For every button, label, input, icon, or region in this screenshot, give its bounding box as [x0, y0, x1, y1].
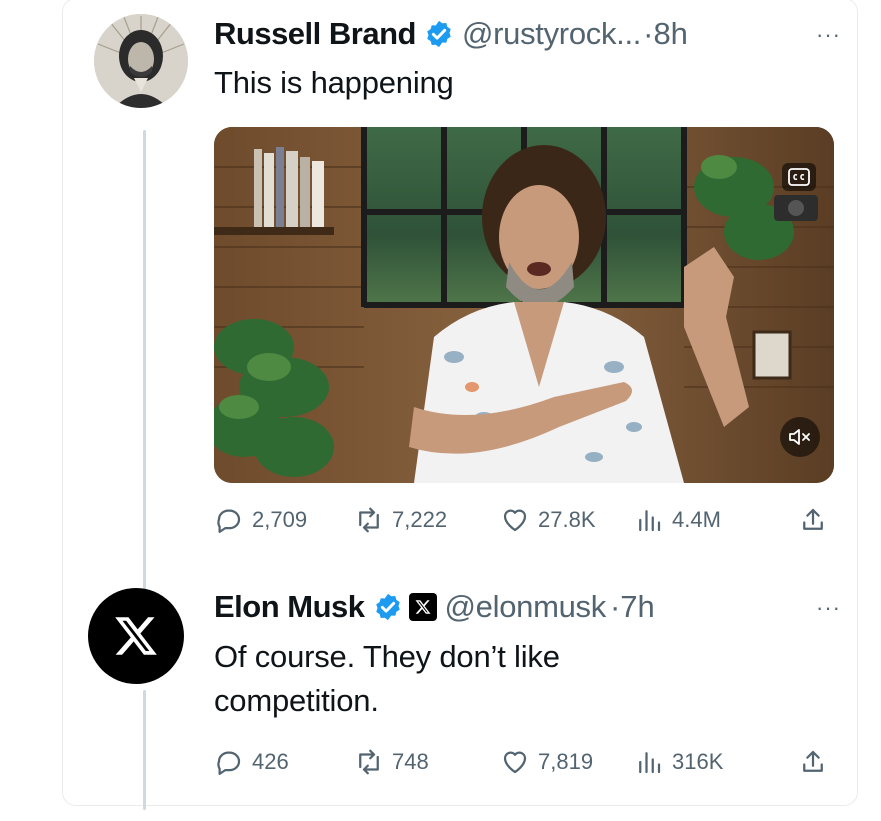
like-button[interactable]: 7,819: [500, 747, 593, 777]
tweet-header: Elon Musk @elonmusk · 7h: [214, 589, 655, 625]
reply-count: 2,709: [252, 507, 308, 532]
views-button[interactable]: 316K: [634, 747, 723, 777]
captions-icon[interactable]: [782, 163, 816, 191]
views-count: 316K: [672, 749, 724, 774]
tweet-video[interactable]: [214, 127, 834, 483]
views-button[interactable]: 4.4M: [634, 505, 721, 535]
mute-icon[interactable]: [780, 417, 820, 457]
heart-icon: [503, 509, 527, 532]
share-button[interactable]: [798, 505, 836, 535]
tweet-time[interactable]: 8h: [653, 16, 687, 52]
repost-count: 748: [392, 749, 429, 774]
like-count: 27.8K: [538, 507, 596, 532]
tweet-actions: 426 748 7,819 316K: [214, 742, 834, 782]
separator-dot: ·: [609, 589, 621, 624]
more-options-icon[interactable]: ···: [816, 595, 841, 621]
heart-icon: [503, 751, 527, 774]
repost-button[interactable]: 748: [354, 747, 429, 777]
reply-button[interactable]: 426: [214, 747, 289, 777]
x-logo-icon: [115, 617, 157, 655]
reply-icon: [217, 751, 241, 775]
more-options-icon[interactable]: ···: [816, 22, 841, 48]
repost-count: 7,222: [392, 507, 448, 532]
repost-icon: [359, 749, 379, 775]
russell-brand-avatar[interactable]: [94, 14, 188, 108]
author-name[interactable]: Russell Brand: [214, 16, 416, 52]
tweet-actions: 2,709 7,222 27.8K 4.4M: [214, 500, 834, 540]
like-count: 7,819: [538, 749, 594, 774]
repost-icon: [359, 507, 379, 533]
tweet-time[interactable]: 7h: [620, 589, 654, 625]
tweet-header: Russell Brand @rustyrock... · 8h: [214, 16, 688, 52]
tweet-text: This is happening: [214, 65, 454, 100]
thread-connector: [143, 130, 146, 600]
reply-icon: [217, 509, 241, 533]
repost-button[interactable]: 7,222: [354, 505, 447, 535]
views-count: 4.4M: [672, 507, 721, 532]
thread-connector-lower: [143, 690, 146, 810]
verified-badge-icon: [373, 592, 403, 622]
reply-button[interactable]: 2,709: [214, 505, 307, 535]
share-icon: [803, 508, 823, 530]
reply-count: 426: [252, 749, 289, 774]
share-icon: [803, 750, 823, 772]
x-affiliate-badge-icon[interactable]: [408, 593, 437, 621]
views-icon: [639, 510, 661, 532]
author-handle[interactable]: @rustyrock...: [462, 16, 641, 52]
separator-dot: ·: [643, 16, 654, 51]
author-name[interactable]: Elon Musk: [214, 589, 365, 625]
author-handle[interactable]: @elonmusk: [445, 589, 607, 625]
like-button[interactable]: 27.8K: [500, 505, 596, 535]
verified-badge-icon: [424, 19, 454, 49]
tweet-text: Of course. They don’t like competition.: [214, 639, 560, 718]
share-button[interactable]: [798, 747, 836, 777]
views-icon: [639, 752, 661, 774]
x-logo-avatar[interactable]: [88, 588, 184, 684]
